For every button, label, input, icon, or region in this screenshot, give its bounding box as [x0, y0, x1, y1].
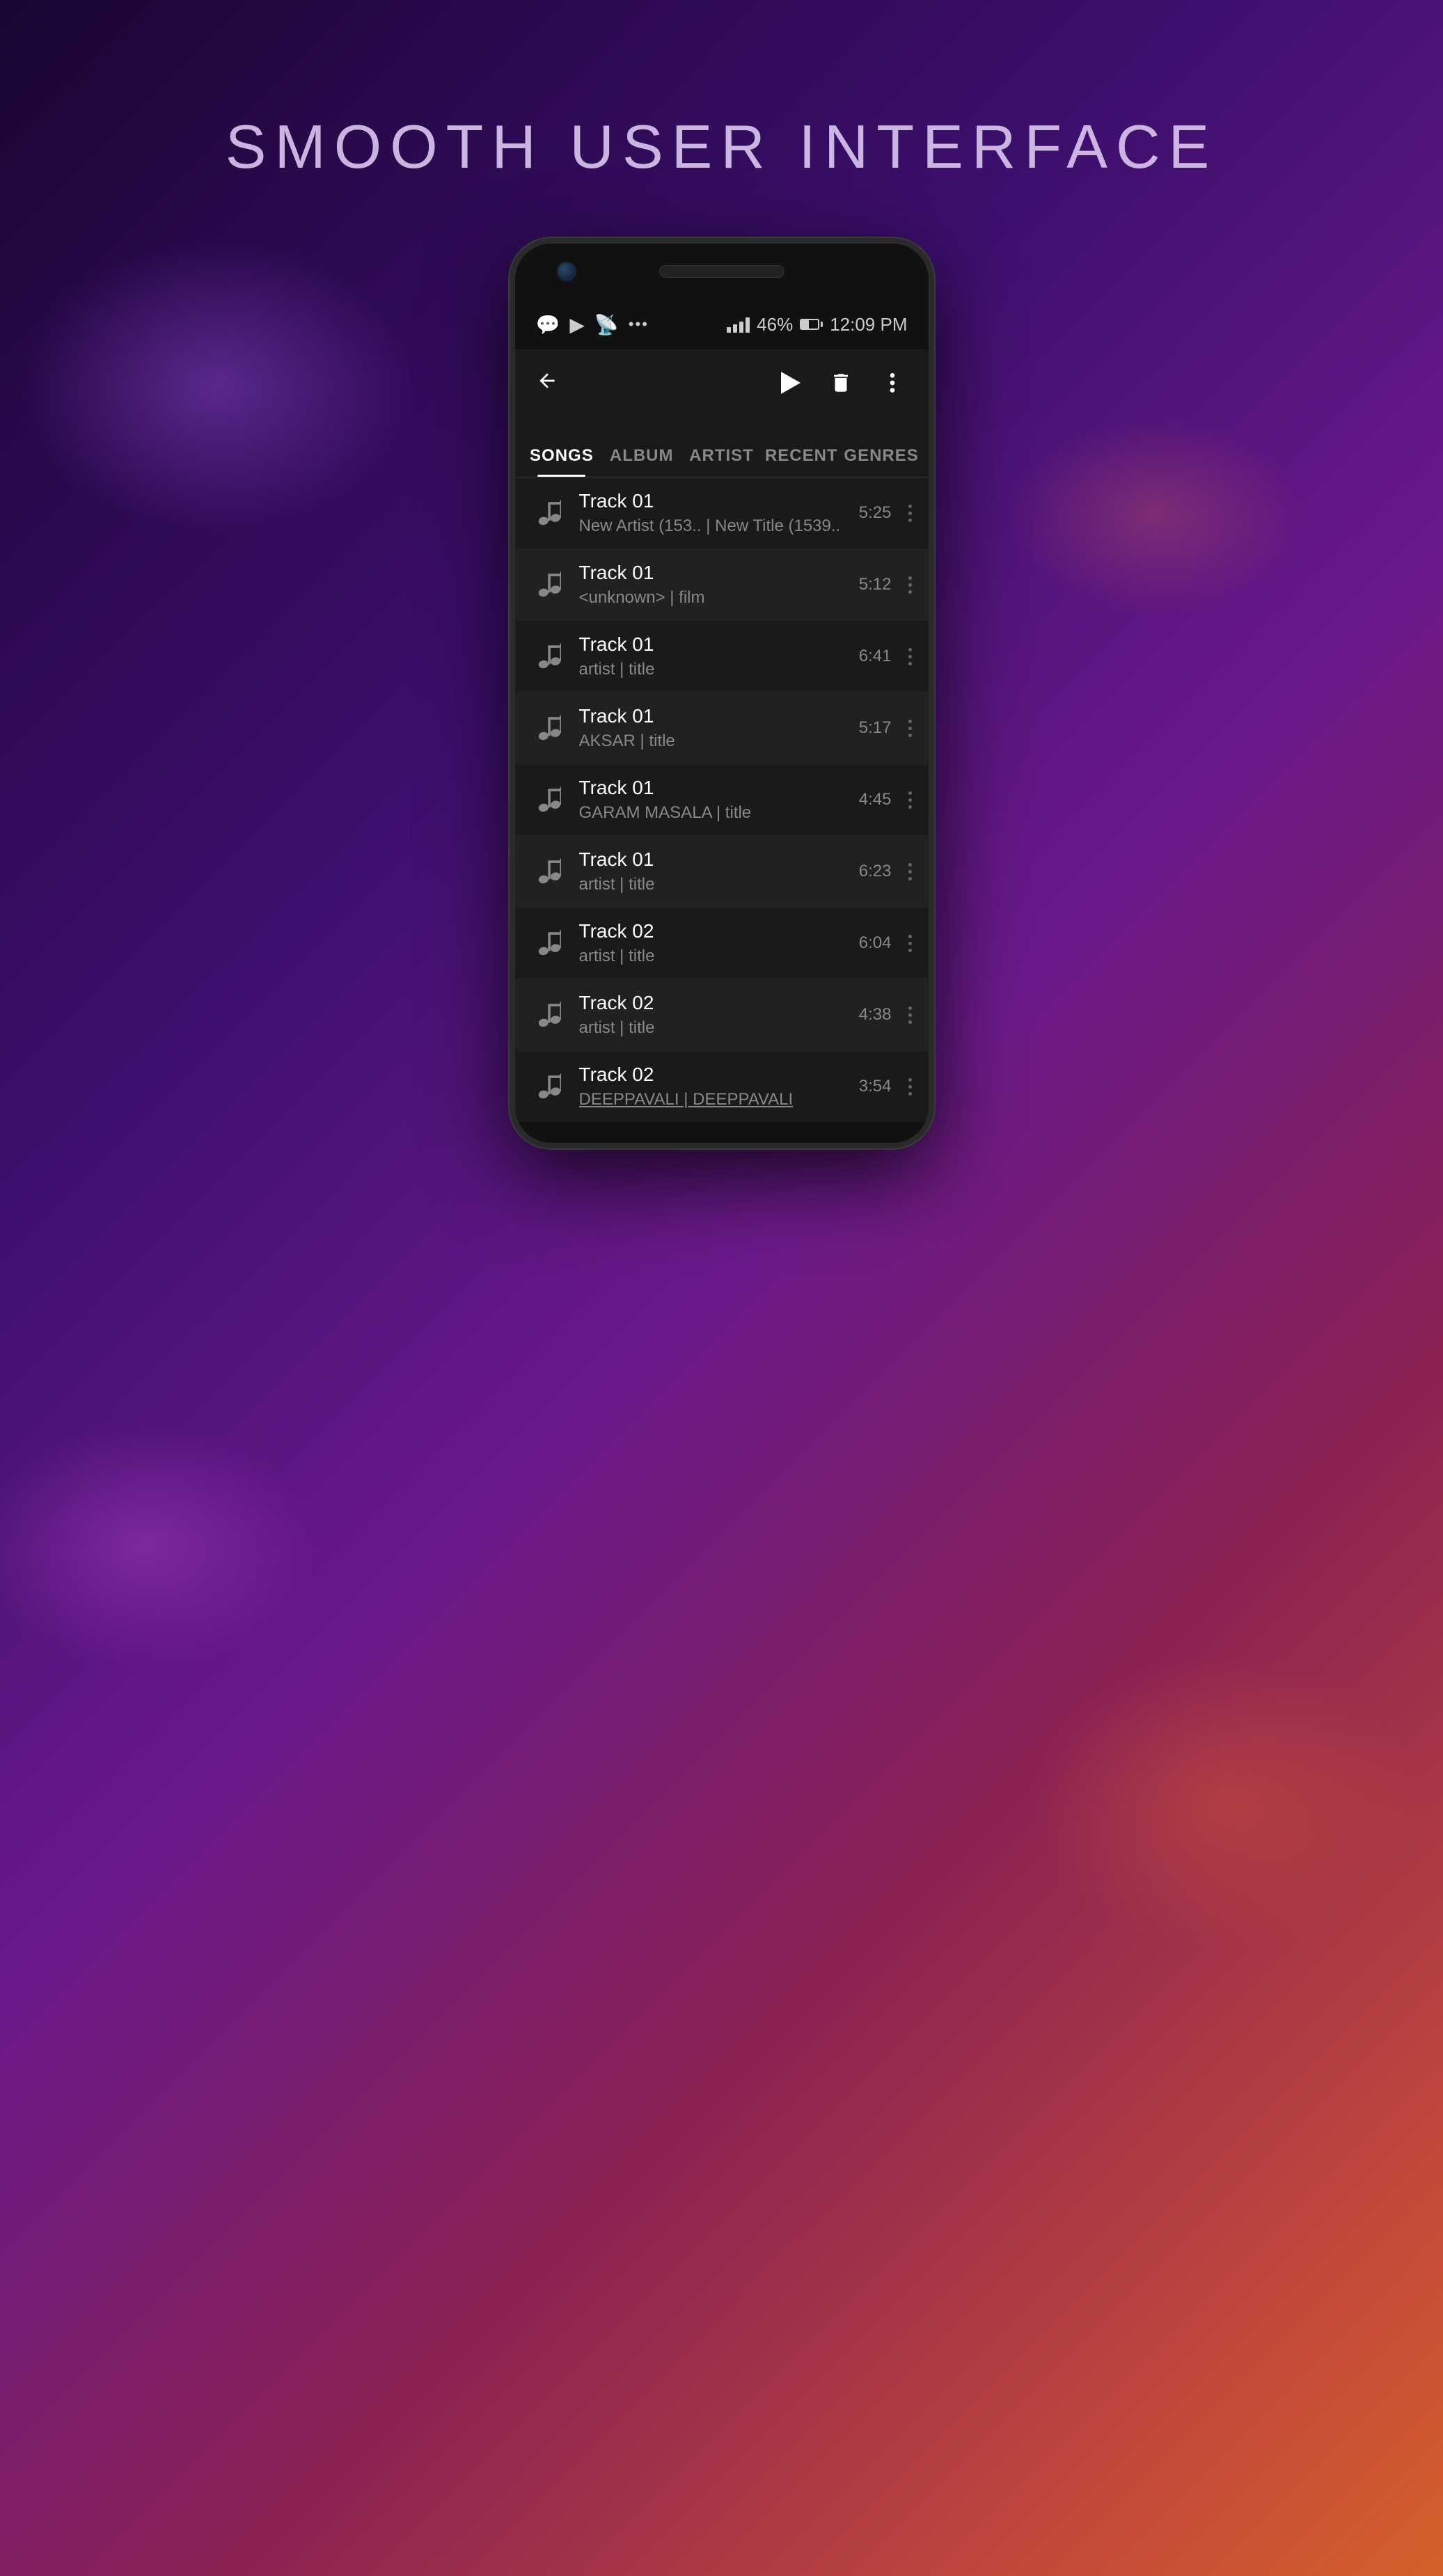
track-item[interactable]: Track 01 <unknown> | film 5:12 [515, 549, 929, 621]
tab-recent[interactable]: RECENT [762, 446, 842, 477]
track-context-menu-button[interactable] [903, 858, 917, 886]
track-subtitle: artist | title [579, 875, 848, 894]
phone-top-bezel [515, 244, 929, 299]
status-bar-left: 💬 ▶ 📡 ••• [536, 313, 649, 336]
track-context-menu-button[interactable] [903, 929, 917, 958]
track-info: Track 02 DEEPPAVALI | DEEPPAVALI [568, 1064, 859, 1109]
delete-button[interactable] [819, 361, 863, 405]
more-dots: ••• [629, 315, 649, 333]
track-name: Track 02 [579, 1064, 848, 1086]
track-icon [529, 637, 568, 676]
track-context-menu-button[interactable] [903, 499, 917, 528]
track-subtitle: artist | title [579, 660, 848, 679]
cast-icon: 📡 [594, 313, 619, 336]
track-name: Track 01 [579, 777, 848, 799]
track-icon [529, 852, 568, 891]
track-duration: 5:25 [859, 503, 892, 523]
track-icon [529, 709, 568, 748]
track-duration: 6:23 [859, 862, 892, 881]
track-name: Track 01 [579, 633, 848, 656]
track-subtitle: artist | title [579, 947, 848, 966]
media-icon: ▶ [569, 313, 585, 336]
play-all-button[interactable] [767, 361, 812, 405]
track-item[interactable]: Track 01 artist | title 6:23 [515, 836, 929, 908]
track-subtitle: GARAM MASALA | title [579, 803, 848, 823]
track-item[interactable]: Track 02 DEEPPAVALI | DEEPPAVALI 3:54 [515, 1051, 929, 1122]
track-name: Track 01 [579, 848, 848, 871]
track-duration: 3:54 [859, 1077, 892, 1096]
track-item[interactable]: Track 01 artist | title 6:41 [515, 621, 929, 693]
front-camera [557, 262, 576, 281]
track-context-menu-button[interactable] [903, 1001, 917, 1029]
track-context-menu-button[interactable] [903, 714, 917, 743]
track-icon [529, 995, 568, 1034]
track-info: Track 01 artist | title [568, 848, 859, 894]
tab-songs[interactable]: SONGS [522, 446, 602, 477]
track-subtitle: AKSAR | title [579, 732, 848, 751]
track-icon [529, 565, 568, 604]
track-name: Track 01 [579, 562, 848, 584]
tab-album[interactable]: ALBUM [601, 446, 681, 477]
track-duration: 5:12 [859, 575, 892, 594]
app-bar [515, 349, 929, 416]
track-context-menu-button[interactable] [903, 1073, 917, 1101]
earpiece-speaker [659, 265, 784, 278]
status-bar: 💬 ▶ 📡 ••• 46% 12:09 PM [515, 299, 929, 349]
track-item[interactable]: Track 02 artist | title 4:38 [515, 979, 929, 1051]
track-subtitle: <unknown> | film [579, 588, 848, 608]
track-duration: 4:38 [859, 1005, 892, 1025]
track-duration: 6:41 [859, 647, 892, 666]
battery-percent: 46% [757, 314, 793, 335]
track-context-menu-button[interactable] [903, 642, 917, 671]
phone-bottom-bezel [515, 1122, 929, 1143]
track-duration: 4:45 [859, 790, 892, 809]
track-item[interactable]: Track 01 GARAM MASALA | title 4:45 [515, 764, 929, 836]
track-info: Track 01 New Artist (153.. | New Title (… [568, 490, 859, 536]
track-list: Track 01 New Artist (153.. | New Title (… [515, 477, 929, 1122]
track-info: Track 02 artist | title [568, 920, 859, 966]
track-icon [529, 780, 568, 819]
clock: 12:09 PM [830, 314, 907, 335]
track-subtitle: DEEPPAVALI | DEEPPAVALI [579, 1090, 848, 1109]
track-subtitle: New Artist (153.. | New Title (1539.. [579, 516, 848, 536]
phone-frame: 💬 ▶ 📡 ••• 46% 12:09 PM [510, 238, 934, 1148]
overflow-menu-button[interactable] [870, 361, 915, 405]
track-icon [529, 493, 568, 532]
track-icon [529, 1067, 568, 1106]
track-context-menu-button[interactable] [903, 571, 917, 599]
tab-artist[interactable]: ARTIST [681, 446, 762, 477]
track-info: Track 01 GARAM MASALA | title [568, 777, 859, 823]
track-info: Track 01 <unknown> | film [568, 562, 859, 608]
back-button[interactable] [529, 361, 565, 406]
track-duration: 5:17 [859, 718, 892, 738]
track-duration: 6:04 [859, 933, 892, 953]
track-item[interactable]: Track 01 New Artist (153.. | New Title (… [515, 477, 929, 549]
track-name: Track 01 [579, 490, 848, 512]
track-name: Track 02 [579, 920, 848, 942]
tab-genres[interactable]: GENRES [842, 446, 922, 477]
track-subtitle: artist | title [579, 1018, 848, 1038]
track-info: Track 01 AKSAR | title [568, 705, 859, 751]
page-headline: SMOOTH USER INTERFACE [226, 111, 1217, 182]
track-context-menu-button[interactable] [903, 786, 917, 814]
track-item[interactable]: Track 01 AKSAR | title 5:17 [515, 693, 929, 764]
track-item[interactable]: Track 02 artist | title 6:04 [515, 908, 929, 979]
battery-icon [800, 319, 823, 330]
track-info: Track 01 artist | title [568, 633, 859, 679]
track-name: Track 02 [579, 992, 848, 1014]
track-icon [529, 924, 568, 963]
status-bar-right: 46% 12:09 PM [727, 314, 907, 335]
track-info: Track 02 artist | title [568, 992, 859, 1038]
signal-indicator [727, 316, 750, 333]
whatsapp-icon: 💬 [536, 313, 560, 336]
navigation-tabs: SONGS ALBUM ARTIST RECENT GENRES [515, 416, 929, 477]
phone-screen: 💬 ▶ 📡 ••• 46% 12:09 PM [515, 299, 929, 1122]
track-name: Track 01 [579, 705, 848, 727]
app-bar-actions [767, 361, 915, 405]
